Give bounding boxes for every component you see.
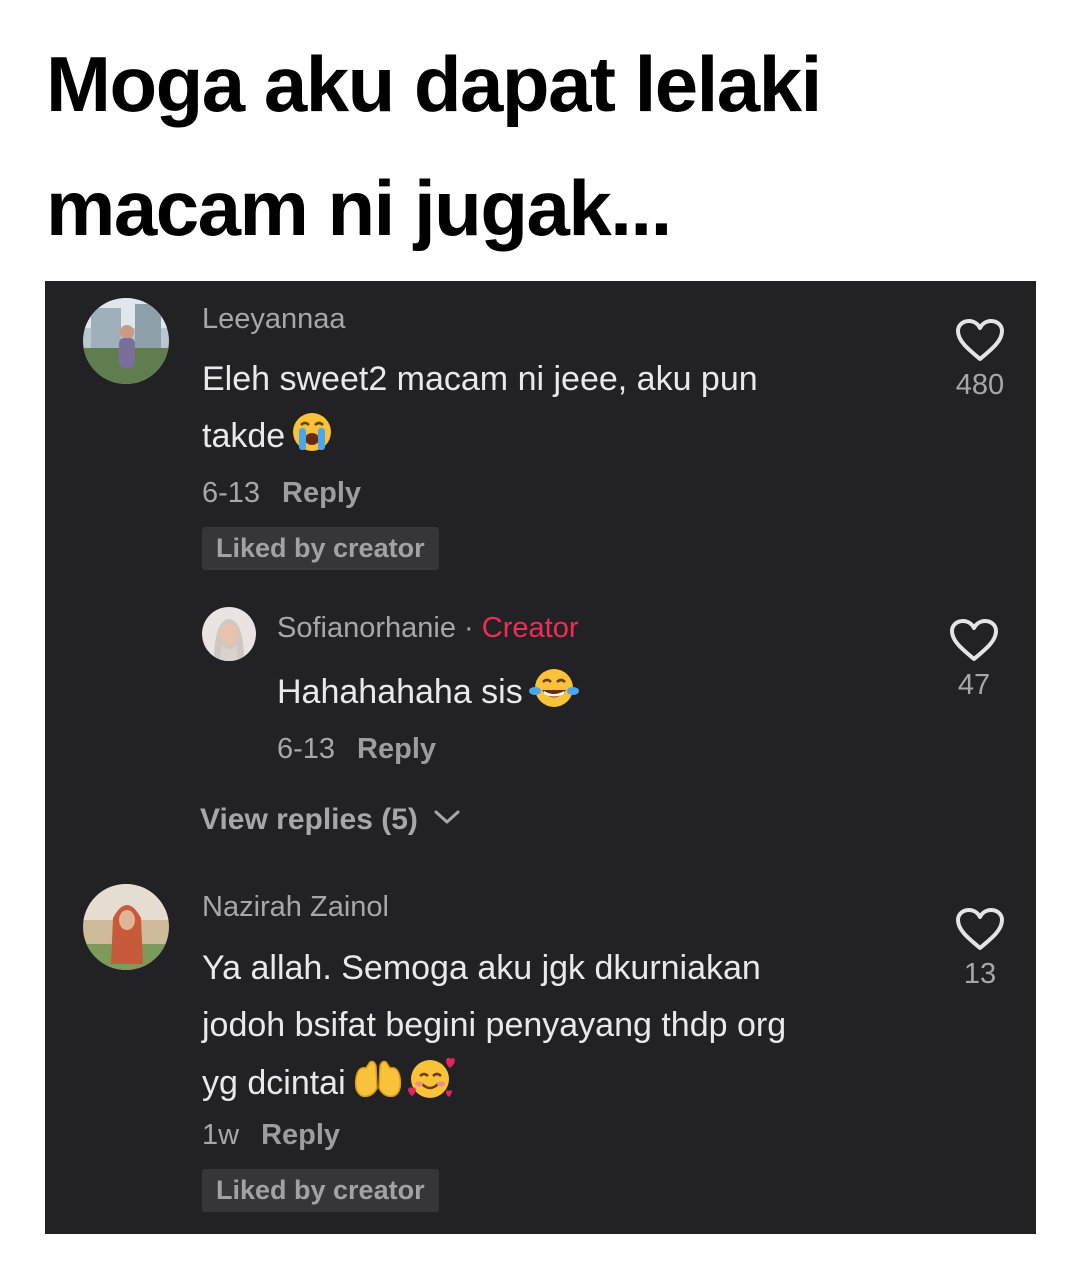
- smiling-face-with-hearts-emoji: [406, 1054, 456, 1118]
- tears-of-joy-emoji: [528, 667, 579, 727]
- reply-date: 6-13: [277, 733, 336, 765]
- liked-by-creator-badge: Liked by creator: [202, 1169, 439, 1212]
- creator-label: Creator: [481, 612, 579, 644]
- reply-button[interactable]: Reply: [357, 733, 436, 765]
- comment-username[interactable]: Nazirah Zainol: [202, 891, 389, 924]
- comment-meta: 1w Reply: [202, 1119, 340, 1152]
- like-count: 47: [957, 669, 991, 701]
- view-replies-button[interactable]: View replies (5): [200, 803, 462, 837]
- chevron-down-icon: [434, 810, 460, 824]
- reply-meta: 6-13 Reply: [277, 733, 436, 766]
- comment-text: Ya allah. Semoga aku jgk dkurniakan jodo…: [202, 940, 786, 1118]
- headline-line-2: macam ni jugak...: [46, 164, 672, 252]
- avatar[interactable]: [83, 298, 169, 384]
- like-count: 13: [963, 958, 997, 990]
- comment-text-line: Eleh sweet2 macam ni jeee, aku pun: [202, 360, 758, 398]
- heart-outline-icon: [950, 619, 998, 661]
- view-replies-label: View replies (5): [200, 803, 418, 836]
- like-count: 480: [955, 369, 1005, 401]
- reply-username-text[interactable]: Sofianorhanie: [277, 612, 456, 644]
- reply-text-fragment: Hahahahaha sis: [277, 673, 523, 711]
- comment-text-fragment: takde: [202, 417, 286, 455]
- reply-button[interactable]: Reply: [261, 1119, 340, 1151]
- comment-text-fragment: yg dcintai: [202, 1064, 346, 1102]
- comments-panel: Leeyannaa Eleh sweet2 macam ni jeee, aku…: [45, 281, 1036, 1234]
- like-button[interactable]: 13: [945, 906, 1015, 991]
- like-button[interactable]: 480: [945, 317, 1015, 402]
- comment-text-line: Ya allah. Semoga aku jgk dkurniakan: [202, 949, 761, 987]
- comment-date: 1w: [202, 1119, 240, 1151]
- heart-outline-icon: [956, 319, 1004, 361]
- palms-up-together-emoji: [352, 1058, 404, 1118]
- reply-button[interactable]: Reply: [282, 477, 361, 509]
- comment-username[interactable]: Leeyannaa: [202, 303, 346, 336]
- comment-meta: 6-13 Reply: [202, 477, 361, 510]
- avatar[interactable]: [83, 884, 169, 970]
- headline-line-1: Moga aku dapat lelaki: [46, 40, 822, 128]
- loudly-crying-face-emoji: [291, 411, 333, 471]
- comment-text-line: jodoh bsifat begini penyayang thdp org: [202, 1006, 787, 1044]
- avatar[interactable]: [202, 607, 256, 661]
- comment-date: 6-13: [202, 477, 261, 509]
- comment-text: Eleh sweet2 macam ni jeee, aku pun takde: [202, 351, 758, 471]
- comment-text-line: takde: [202, 408, 758, 471]
- reply-text: Hahahahaha sis: [277, 664, 579, 727]
- liked-by-creator-badge: Liked by creator: [202, 527, 439, 570]
- heart-outline-icon: [956, 908, 1004, 950]
- reply-username: Sofianorhanie · Creator: [277, 612, 578, 645]
- like-button[interactable]: 47: [939, 617, 1009, 702]
- headline: Moga aku dapat lelaki macam ni jugak...: [46, 22, 1036, 270]
- comment-text-line: yg dcintai: [202, 1054, 786, 1118]
- separator-dot: ·: [464, 612, 474, 644]
